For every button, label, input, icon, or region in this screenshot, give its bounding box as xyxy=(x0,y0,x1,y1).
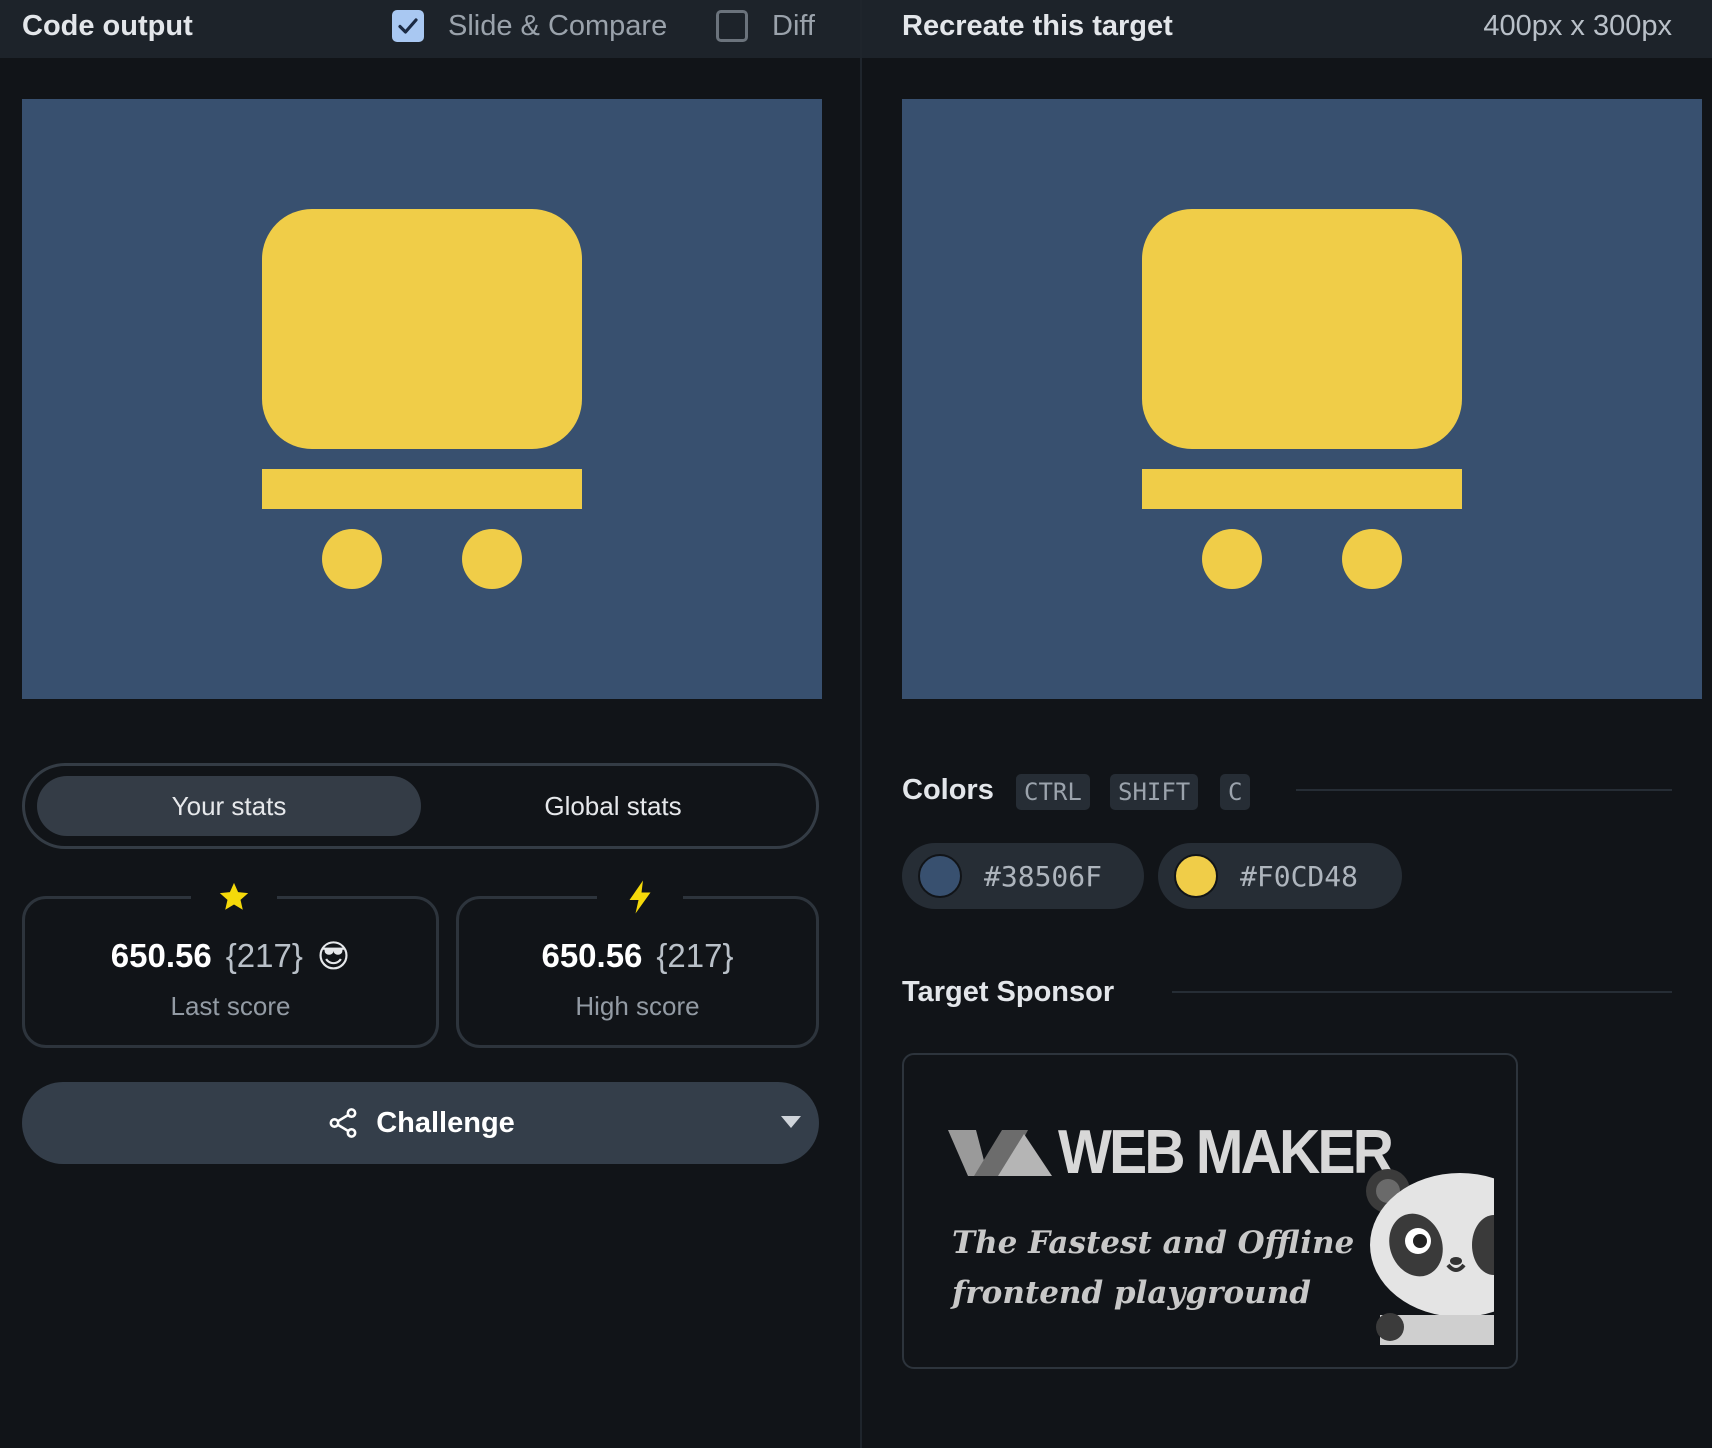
colors-title: Colors xyxy=(902,774,994,806)
challenge-button[interactable]: Challenge xyxy=(22,1082,819,1164)
target-circle-right xyxy=(1342,529,1402,589)
star-icon xyxy=(191,877,277,917)
sponsor-title: Target Sponsor xyxy=(902,976,1115,1008)
last-score-matches: {217} xyxy=(225,937,303,974)
chevron-down-icon[interactable] xyxy=(781,1116,801,1128)
panda-mascot-icon xyxy=(1366,1169,1494,1345)
color-code-1: #38506F xyxy=(984,859,1103,893)
tab-global-stats[interactable]: Global stats xyxy=(421,776,805,836)
stats-toggle: Your stats Global stats xyxy=(22,763,819,849)
sponsor-tagline-1: The Fastest and Offline xyxy=(952,1225,1355,1261)
colors-divider xyxy=(1296,789,1672,791)
color-dot-icon xyxy=(1174,854,1218,898)
last-score-label: Last score xyxy=(170,991,291,1021)
high-score-label: High score xyxy=(575,991,700,1021)
color-dot-icon xyxy=(918,854,962,898)
color-swatch-1[interactable]: #38506F xyxy=(902,843,1144,909)
output-circle-left xyxy=(322,529,382,589)
color-swatch-2[interactable]: #F0CD48 xyxy=(1158,843,1402,909)
target-circle-left xyxy=(1202,529,1262,589)
challenge-label: Challenge xyxy=(376,1106,515,1139)
output-bar xyxy=(262,469,582,509)
high-score-row: 650.56 {217} xyxy=(459,937,816,975)
target-header: Recreate this target 400px x 300px xyxy=(862,0,1712,58)
high-score-matches: {217} xyxy=(656,937,734,974)
target-preview xyxy=(902,99,1702,699)
last-score-card: 650.56 {217} 😎 Last score xyxy=(22,877,439,1048)
web-maker-logo: WEB MAKER xyxy=(948,1117,1420,1188)
shortcut-key-c: C xyxy=(1220,774,1251,810)
output-circle-right xyxy=(462,529,522,589)
slide-compare-checkbox[interactable] xyxy=(392,10,424,42)
sponsor-tagline-2: frontend playground xyxy=(952,1275,1311,1311)
checkmark-icon xyxy=(398,18,418,34)
slide-compare-label[interactable]: Slide & Compare xyxy=(448,10,667,43)
diff-checkbox[interactable] xyxy=(716,10,748,42)
share-icon xyxy=(329,1108,357,1138)
high-score-value: 650.56 xyxy=(541,937,643,974)
high-score-card: 650.56 {217} High score xyxy=(456,877,819,1048)
web-maker-logo-text: WEB MAKER xyxy=(1058,1118,1394,1187)
code-output-panel: Code output Slide & Compare Diff Your st… xyxy=(0,0,860,1448)
last-score-row: 650.56 {217} 😎 xyxy=(25,937,436,975)
code-output-header: Code output Slide & Compare Diff xyxy=(0,0,860,58)
shortcut-key-ctrl: CTRL xyxy=(1016,774,1090,810)
tab-your-stats[interactable]: Your stats xyxy=(37,776,421,836)
sponsor-divider xyxy=(1172,991,1672,993)
web-maker-logo-icon xyxy=(948,1129,1052,1176)
target-title: Recreate this target xyxy=(902,10,1173,42)
last-score-value: 650.56 xyxy=(110,937,212,974)
app: Code output Slide & Compare Diff Your st… xyxy=(0,0,1712,1448)
target-rounded-rectangle xyxy=(1142,209,1462,449)
shortcut-key-shift: SHIFT xyxy=(1110,774,1199,810)
target-bar xyxy=(1142,469,1462,509)
code-output-preview[interactable] xyxy=(22,99,822,699)
color-code-2: #F0CD48 xyxy=(1240,859,1359,893)
target-panel: Recreate this target 400px x 300px Color… xyxy=(862,0,1712,1448)
lightning-icon xyxy=(597,877,683,917)
diff-label[interactable]: Diff xyxy=(772,10,815,43)
sunglasses-emoji-icon: 😎 xyxy=(316,938,351,974)
code-output-title: Code output xyxy=(22,10,193,42)
sponsor-card[interactable]: WEB MAKER The Fastest and Offline fronte… xyxy=(902,1053,1518,1369)
output-rounded-rectangle xyxy=(262,209,582,449)
target-size: 400px x 300px xyxy=(1483,10,1672,42)
